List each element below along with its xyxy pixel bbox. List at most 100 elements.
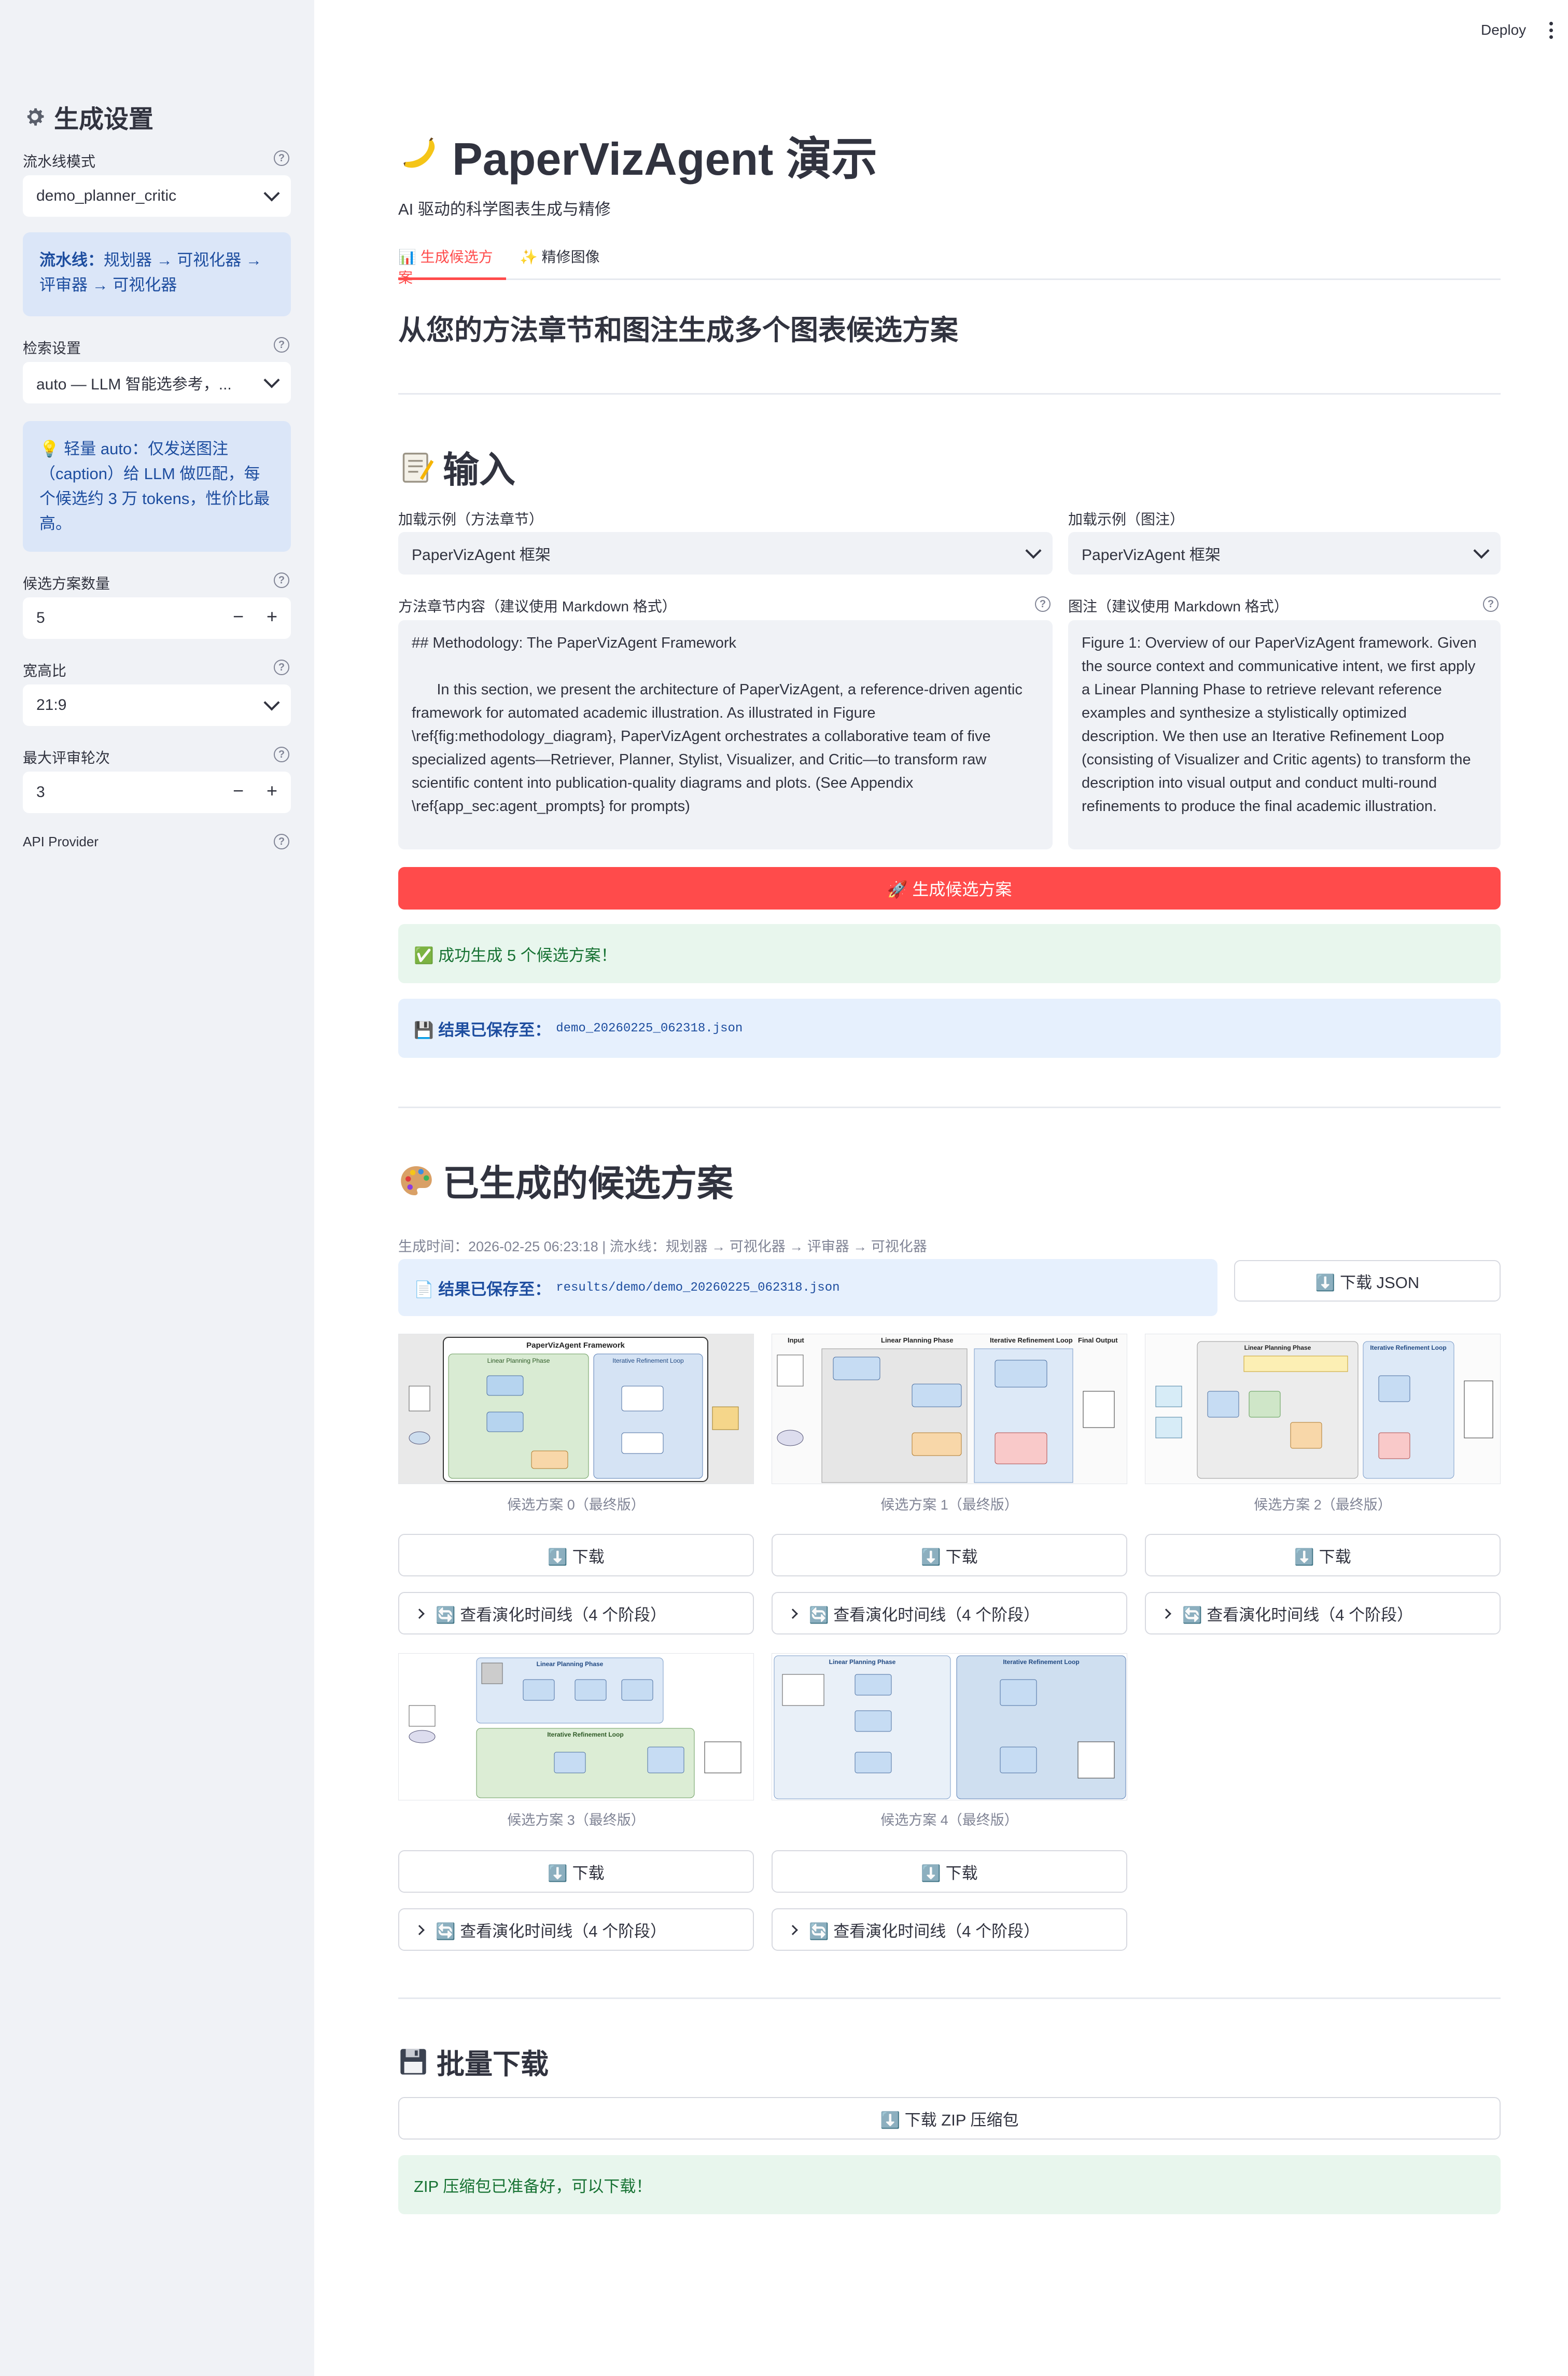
- floppy-disk-icon: [400, 2048, 426, 2075]
- more-menu-icon[interactable]: [1549, 22, 1553, 39]
- timeline-label: 🔄 查看演化时间线（4 个阶段）: [809, 1922, 1040, 1940]
- candidate-3-timeline-expander[interactable]: 🔄 查看演化时间线（4 个阶段）: [398, 1908, 754, 1951]
- tab-refine[interactable]: ✨ 精修图像: [520, 244, 600, 280]
- thumb-iterative: Iterative Refinement Loop: [1003, 1658, 1079, 1666]
- chevron-down-icon: [263, 185, 280, 202]
- retrieval-value: auto — LLM 智能选参考，...: [36, 376, 232, 393]
- candidate-1-caption: 候选方案 1（最终版）: [880, 1497, 1018, 1513]
- download-json-button[interactable]: ⬇️ 下载 JSON: [1234, 1260, 1501, 1302]
- candidate-4-download-button[interactable]: ⬇️ 下载: [772, 1850, 1127, 1893]
- results-meta: 生成时间：2026-02-25 06:23:18 | 流水线：规划器 → 可视化…: [398, 1239, 927, 1254]
- aspect-ratio-select[interactable]: 21:9: [23, 684, 291, 726]
- candidate-3-download-button[interactable]: ⬇️ 下载: [398, 1850, 754, 1893]
- pipeline-mode-label: 流水线模式: [23, 153, 96, 170]
- candidate-0-image[interactable]: PaperVizAgent Framework Linear Planning …: [398, 1334, 754, 1484]
- divider: [398, 1997, 1501, 1999]
- method-example-select[interactable]: PaperVizAgent 框架: [398, 532, 1053, 575]
- timeline-label: 🔄 查看演化时间线（4 个阶段）: [436, 1922, 667, 1940]
- increment-button[interactable]: +: [267, 780, 277, 802]
- timeline-label: 🔄 查看演化时间线（4 个阶段）: [809, 1605, 1040, 1624]
- deploy-button[interactable]: Deploy: [1481, 22, 1526, 38]
- candidate-4-image[interactable]: Linear Planning Phase Iterative Refineme…: [772, 1653, 1127, 1800]
- page-title: PaperVizAgent 演示: [398, 122, 877, 188]
- batch-section-title: 批量下载: [398, 2041, 549, 2082]
- caption-content-label: 图注（建议使用 Markdown 格式）: [1068, 598, 1289, 614]
- page-title-text: PaperVizAgent 演示: [452, 133, 877, 185]
- help-icon[interactable]: ?: [1483, 596, 1499, 612]
- chevron-right-icon: [414, 1609, 425, 1619]
- timeline-label: 🔄 查看演化时间线（4 个阶段）: [436, 1605, 667, 1624]
- thumb-linear: Linear Planning Phase: [881, 1336, 953, 1344]
- gear-icon: [27, 108, 44, 126]
- candidate-2-download-button[interactable]: ⬇️ 下载: [1145, 1534, 1501, 1576]
- saved-file: demo_20260225_062318.json: [556, 1021, 743, 1036]
- thumb-iterative: Iterative Refinement Loop: [547, 1731, 623, 1738]
- sidebar-title-text: 生成设置: [54, 106, 154, 133]
- divider: [398, 393, 1501, 395]
- results-section-title: 已生成的候选方案: [398, 1154, 733, 1207]
- aspect-ratio-value: 21:9: [36, 696, 67, 714]
- results-saved-prefix: 📄 结果已保存至：: [414, 1280, 551, 1298]
- caption-content-textarea[interactable]: Figure 1: Overview of our PaperVizAgent …: [1068, 620, 1501, 849]
- tab-bar: 📊 生成候选方案 ✨ 精修图像: [398, 244, 1501, 286]
- help-icon[interactable]: ?: [1035, 596, 1051, 612]
- candidate-3-caption: 候选方案 3（最终版）: [507, 1812, 645, 1828]
- saved-prefix: 💾 结果已保存至：: [414, 1021, 551, 1039]
- thumb-linear: Linear Planning Phase: [487, 1357, 550, 1364]
- generate-candidates-button[interactable]: 🚀 生成候选方案: [398, 867, 1501, 910]
- candidate-0-timeline-expander[interactable]: 🔄 查看演化时间线（4 个阶段）: [398, 1592, 754, 1634]
- method-content-textarea[interactable]: ## Methodology: The PaperVizAgent Framew…: [398, 620, 1053, 849]
- decrement-button[interactable]: −: [233, 606, 244, 627]
- candidate-4-timeline-expander[interactable]: 🔄 查看演化时间线（4 个阶段）: [772, 1908, 1127, 1951]
- palette-icon: [401, 1166, 432, 1195]
- api-provider-label: API Provider: [23, 834, 99, 849]
- results-section-title-text: 已生成的候选方案: [443, 1163, 733, 1204]
- candidate-2-timeline-expander[interactable]: 🔄 查看演化时间线（4 个阶段）: [1145, 1592, 1501, 1634]
- aspect-ratio-label: 宽高比: [23, 663, 67, 679]
- timeline-label: 🔄 查看演化时间线（4 个阶段）: [1182, 1605, 1413, 1624]
- decrement-button[interactable]: −: [233, 780, 244, 802]
- zip-ready-alert: ZIP 压缩包已准备好，可以下载！: [398, 2155, 1501, 2214]
- thumb-linear: Linear Planning Phase: [1244, 1344, 1311, 1351]
- help-icon[interactable]: ?: [274, 834, 289, 849]
- caption-example-label: 加载示例（图注）: [1068, 511, 1185, 527]
- pipeline-info-prefix: 流水线：: [39, 251, 104, 269]
- input-section-title: 输入: [398, 441, 515, 493]
- help-icon[interactable]: ?: [274, 747, 289, 762]
- help-icon[interactable]: ?: [274, 572, 289, 588]
- candidate-1-timeline-expander[interactable]: 🔄 查看演化时间线（4 个阶段）: [772, 1592, 1127, 1634]
- candidate-2-image[interactable]: Linear Planning Phase Iterative Refineme…: [1145, 1334, 1501, 1484]
- method-content-label: 方法章节内容（建议使用 Markdown 格式）: [398, 598, 677, 614]
- chevron-right-icon: [1161, 1609, 1171, 1619]
- download-zip-button[interactable]: ⬇️ 下载 ZIP 压缩包: [398, 2097, 1501, 2140]
- caption-example-value: PaperVizAgent 框架: [1082, 547, 1221, 564]
- candidate-4-caption: 候选方案 4（最终版）: [880, 1812, 1018, 1828]
- help-icon[interactable]: ?: [274, 150, 289, 166]
- help-icon[interactable]: ?: [274, 660, 289, 675]
- num-candidates-value: 5: [36, 609, 45, 626]
- pipeline-info-box: 流水线：规划器 → 可视化器 → 评审器 → 可视化器: [23, 232, 291, 316]
- pipeline-mode-select[interactable]: demo_planner_critic: [23, 175, 291, 217]
- help-icon[interactable]: ?: [274, 337, 289, 353]
- results-saved-path: results/demo/demo_20260225_062318.json: [556, 1280, 840, 1295]
- chevron-down-icon: [1025, 542, 1042, 559]
- candidate-3-image[interactable]: Linear Planning Phase Iterative Refineme…: [398, 1653, 754, 1800]
- retrieval-select[interactable]: auto — LLM 智能选参考，...: [23, 362, 291, 403]
- increment-button[interactable]: +: [267, 606, 277, 627]
- num-candidates-input[interactable]: 5 − +: [23, 597, 291, 639]
- thumb-final-output: Final Output: [1078, 1336, 1118, 1344]
- caption-example-select[interactable]: PaperVizAgent 框架: [1068, 532, 1501, 575]
- candidate-0-download-button[interactable]: ⬇️ 下载: [398, 1534, 754, 1576]
- thumb-iterative: Iterative Refinement Loop: [612, 1357, 684, 1364]
- page-subtitle: AI 驱动的科学图表生成与精修: [398, 200, 611, 218]
- chevron-right-icon: [788, 1609, 798, 1619]
- tab-generate[interactable]: 📊 生成候选方案: [398, 244, 506, 286]
- candidate-1-image[interactable]: Input Linear Planning Phase Iterative Re…: [772, 1334, 1127, 1484]
- candidate-1-download-button[interactable]: ⬇️ 下载: [772, 1534, 1127, 1576]
- max-rounds-input[interactable]: 3 − +: [23, 772, 291, 813]
- candidate-2-caption: 候选方案 2（最终版）: [1254, 1497, 1392, 1513]
- batch-section-title-text: 批量下载: [437, 2049, 549, 2080]
- results-saved-alert: 📄 结果已保存至： results/demo/demo_20260225_062…: [398, 1259, 1217, 1316]
- divider: [398, 1107, 1501, 1108]
- thumb-title: PaperVizAgent Framework: [526, 1341, 625, 1350]
